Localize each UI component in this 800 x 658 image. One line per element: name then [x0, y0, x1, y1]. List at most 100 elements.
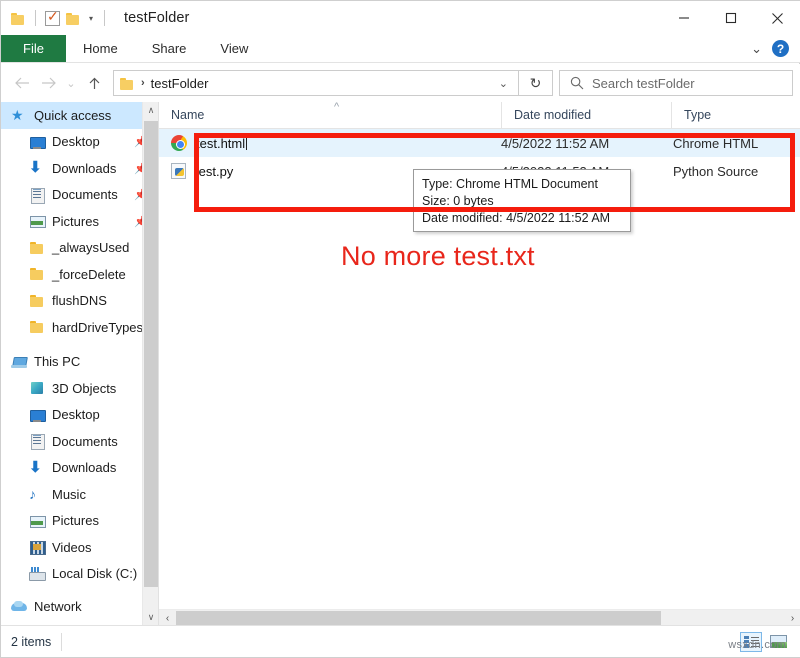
tab-share[interactable]: Share: [135, 35, 204, 62]
up-button[interactable]: [81, 68, 107, 98]
recent-locations-button[interactable]: ⌄: [61, 68, 81, 98]
column-header-type[interactable]: Type: [671, 102, 791, 129]
sidebar-item-desktop[interactable]: Desktop 📌: [1, 129, 158, 156]
sidebar-item-quick-access[interactable]: ★ Quick access: [1, 102, 158, 129]
network-icon: [11, 598, 27, 614]
sidebar-item-label: flushDNS: [52, 293, 107, 308]
sidebar-item-label: _forceDelete: [52, 267, 126, 282]
tooltip-date-modified: Date modified: 4/5/2022 11:52 AM: [422, 210, 622, 227]
title-bar: ▾ testFolder: [1, 1, 800, 35]
tab-home[interactable]: Home: [66, 35, 135, 62]
address-bar[interactable]: › testFolder ⌄: [113, 70, 519, 96]
annotation-text: No more test.txt: [341, 241, 535, 272]
help-icon[interactable]: ?: [772, 40, 789, 57]
sidebar-item-this-pc[interactable]: This PC: [1, 349, 158, 376]
search-input[interactable]: Search testFolder: [592, 76, 695, 91]
folder-icon: [29, 240, 45, 256]
music-icon: ♪: [29, 486, 45, 502]
sidebar-item-alwaysused[interactable]: _alwaysUsed: [1, 235, 158, 262]
sidebar-item-label: hardDriveTypes: [52, 320, 143, 335]
item-count: 2 items: [1, 635, 51, 649]
sidebar-item-documents[interactable]: Documents 📌: [1, 182, 158, 209]
scroll-down-icon[interactable]: ∨: [143, 609, 158, 626]
sidebar-item-3d-objects[interactable]: 3D Objects: [1, 375, 158, 402]
sidebar-item-label: Desktop: [52, 407, 100, 422]
navigation-pane: ★ Quick access Desktop 📌 ⬇ Downloads 📌 D…: [1, 102, 158, 626]
file-tooltip: Type: Chrome HTML Document Size: 0 bytes…: [413, 169, 631, 232]
folder-icon: [120, 77, 135, 90]
folder-icon: [29, 266, 45, 282]
star-icon: ★: [11, 107, 27, 123]
sidebar-item-label: Pictures: [52, 214, 99, 229]
pictures-icon: [29, 213, 45, 229]
sidebar-item-label: Quick access: [34, 108, 111, 123]
scrollbar-thumb[interactable]: [144, 121, 158, 587]
chevron-down-icon[interactable]: ⌄: [751, 41, 762, 57]
sidebar-item-pc-pictures[interactable]: Pictures: [1, 508, 158, 535]
ribbon-tabs: File Home Share View ⌄ ?: [1, 35, 800, 63]
scroll-right-icon[interactable]: ›: [784, 610, 800, 627]
breadcrumb-path[interactable]: testFolder: [151, 76, 209, 91]
file-name-cell[interactable]: test.html: [159, 135, 501, 151]
divider: [104, 10, 105, 26]
sidebar-item-pictures[interactable]: Pictures 📌: [1, 208, 158, 235]
scrollbar-thumb[interactable]: [176, 611, 661, 626]
sidebar-item-label: Network: [34, 599, 82, 614]
sidebar-item-label: _alwaysUsed: [52, 240, 129, 255]
chevron-down-icon[interactable]: ▾: [87, 14, 95, 23]
tab-file[interactable]: File: [1, 35, 66, 62]
folder-icon: [11, 12, 26, 25]
sidebar-item-forcedelete[interactable]: _forceDelete: [1, 261, 158, 288]
tooltip-type: Type: Chrome HTML Document: [422, 176, 622, 193]
scroll-left-icon[interactable]: ‹: [159, 610, 176, 627]
chevron-down-icon[interactable]: ⌄: [499, 77, 512, 90]
sidebar-scrollbar[interactable]: ∧ ∨: [142, 102, 158, 626]
tab-view[interactable]: View: [203, 35, 265, 62]
sidebar-item-music[interactable]: ♪ Music: [1, 481, 158, 508]
divider: [61, 633, 62, 651]
checkbox-icon[interactable]: [45, 11, 60, 26]
sidebar-item-flushdns[interactable]: flushDNS: [1, 288, 158, 315]
sidebar-item-pc-documents[interactable]: Documents: [1, 428, 158, 455]
sidebar-item-pc-desktop[interactable]: Desktop: [1, 402, 158, 429]
sidebar-item-harddrivetypes[interactable]: hardDriveTypes: [1, 314, 158, 341]
sidebar-item-label: Videos: [52, 540, 92, 555]
column-header-name[interactable]: Name ^: [159, 102, 501, 129]
back-button[interactable]: [9, 68, 35, 98]
tooltip-size: Size: 0 bytes: [422, 193, 622, 210]
scrollbar-track[interactable]: [176, 610, 784, 627]
3d-objects-icon: [29, 380, 45, 396]
file-type-cell: Chrome HTML: [671, 136, 791, 151]
sidebar-item-label: Music: [52, 487, 86, 502]
quick-access-toolbar: ▾ testFolder: [1, 1, 190, 35]
sidebar-item-local-disk[interactable]: Local Disk (C:): [1, 561, 158, 588]
sidebar-item-pc-downloads[interactable]: ⬇ Downloads: [1, 455, 158, 482]
file-name: test.py: [195, 164, 233, 179]
sidebar-item-label: Desktop: [52, 134, 100, 149]
python-file-icon: [171, 163, 186, 179]
search-box[interactable]: Search testFolder: [559, 70, 793, 96]
scroll-up-icon[interactable]: ∧: [143, 102, 158, 119]
forward-button[interactable]: [35, 68, 61, 98]
watermark: wsxdn.com: [728, 639, 786, 651]
sidebar-item-downloads[interactable]: ⬇ Downloads 📌: [1, 155, 158, 182]
refresh-button[interactable]: ↻: [519, 70, 553, 96]
videos-icon: [29, 539, 45, 555]
horizontal-scrollbar[interactable]: ‹ ›: [159, 609, 800, 626]
sidebar-item-videos[interactable]: Videos: [1, 534, 158, 561]
sidebar-item-label: Local Disk (C:): [52, 566, 137, 581]
column-header-date-modified[interactable]: Date modified: [501, 102, 671, 129]
minimize-button[interactable]: [660, 1, 707, 35]
file-name: test.html: [196, 136, 247, 151]
navigation-bar: ⌄ › testFolder ⌄ ↻ Search testFolder: [1, 64, 800, 102]
close-button[interactable]: [754, 1, 800, 35]
download-icon: ⬇: [29, 160, 45, 176]
download-icon: ⬇: [29, 460, 45, 476]
sidebar-item-label: Downloads: [52, 161, 116, 176]
table-row[interactable]: test.html 4/5/2022 11:52 AM Chrome HTML: [159, 129, 800, 157]
new-folder-icon[interactable]: [66, 12, 81, 25]
desktop-icon: [29, 134, 45, 150]
sidebar-item-network[interactable]: Network: [1, 593, 158, 620]
file-explorer-window: ▾ testFolder File Home Share View ⌄ ?: [0, 0, 800, 658]
maximize-button[interactable]: [707, 1, 754, 35]
